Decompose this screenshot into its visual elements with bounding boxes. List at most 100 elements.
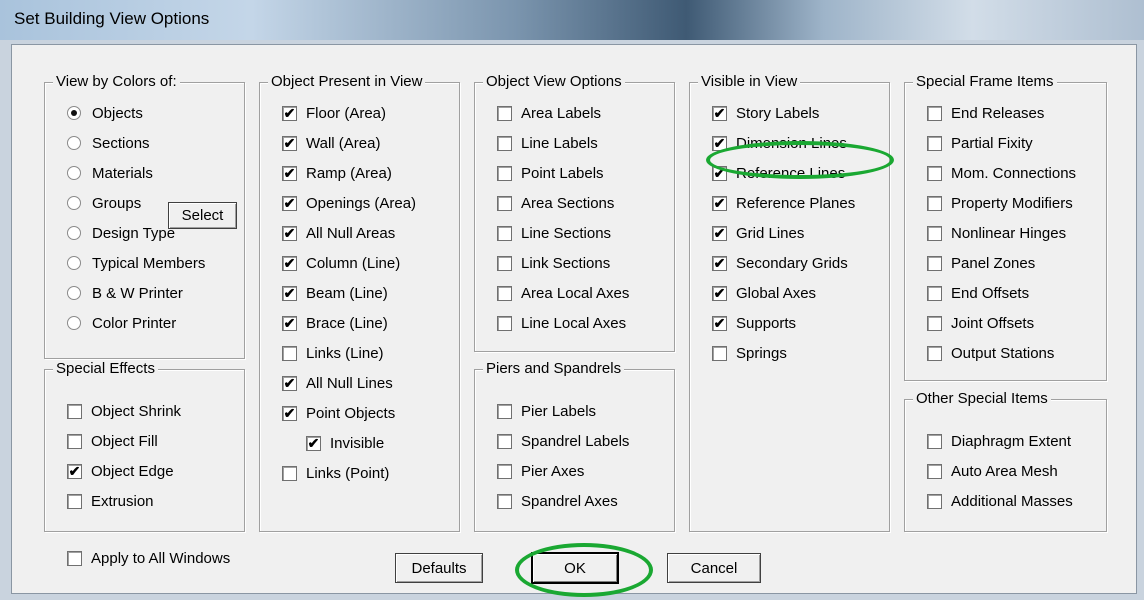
checkbox-line-labels[interactable]: Line Labels [497, 132, 598, 154]
checkbox-box[interactable] [67, 550, 82, 566]
defaults-button[interactable]: Defaults [395, 553, 483, 583]
checkbox-diaphragm-extent[interactable]: Diaphragm Extent [927, 430, 1071, 452]
checkbox-box[interactable]: ✔ [712, 135, 727, 151]
checkbox-pier-labels[interactable]: Pier Labels [497, 400, 596, 422]
checkbox-secondary-grids[interactable]: ✔ Secondary Grids [712, 252, 848, 274]
checkbox-box[interactable] [927, 105, 942, 121]
checkbox-pier-axes[interactable]: Pier Axes [497, 460, 584, 482]
checkbox-output-stations[interactable]: Output Stations [927, 342, 1054, 364]
checkbox-reference-planes[interactable]: ✔ Reference Planes [712, 192, 855, 214]
radio-color-printer[interactable]: Color Printer [67, 312, 176, 334]
checkbox-box[interactable] [927, 225, 942, 241]
checkbox-column-line[interactable]: ✔ Column (Line) [282, 252, 400, 274]
checkbox-box[interactable]: ✔ [282, 285, 297, 301]
radio-button[interactable] [67, 286, 81, 300]
checkbox-supports[interactable]: ✔ Supports [712, 312, 796, 334]
checkbox-box[interactable] [927, 195, 942, 211]
checkbox-extrusion[interactable]: Extrusion [67, 490, 154, 512]
radio-button[interactable] [67, 196, 81, 210]
checkbox-object-fill[interactable]: Object Fill [67, 430, 158, 452]
checkbox-area-labels[interactable]: Area Labels [497, 102, 601, 124]
checkbox-nonlinear-hinges[interactable]: Nonlinear Hinges [927, 222, 1066, 244]
checkbox-partial-fixity[interactable]: Partial Fixity [927, 132, 1033, 154]
checkbox-box[interactable] [927, 315, 942, 331]
checkbox-box[interactable] [497, 165, 512, 181]
cancel-button[interactable]: Cancel [667, 553, 761, 583]
checkbox-all-null-lines[interactable]: ✔ All Null Lines [282, 372, 393, 394]
checkbox-box[interactable] [497, 225, 512, 241]
checkbox-springs[interactable]: Springs [712, 342, 787, 364]
checkbox-additional-masses[interactable]: Additional Masses [927, 490, 1073, 512]
checkbox-beam-line[interactable]: ✔ Beam (Line) [282, 282, 388, 304]
radio-typical-members[interactable]: Typical Members [67, 252, 205, 274]
checkbox-object-shrink[interactable]: Object Shrink [67, 400, 181, 422]
checkbox-story-labels[interactable]: ✔ Story Labels [712, 102, 819, 124]
checkbox-box[interactable] [67, 493, 82, 509]
radio-button[interactable] [67, 256, 81, 270]
radio-materials[interactable]: Materials [67, 162, 153, 184]
checkbox-box[interactable] [282, 465, 297, 481]
checkbox-global-axes[interactable]: ✔ Global Axes [712, 282, 816, 304]
checkbox-area-local-axes[interactable]: Area Local Axes [497, 282, 629, 304]
checkbox-box[interactable] [927, 493, 942, 509]
checkbox-ramp-area[interactable]: ✔ Ramp (Area) [282, 162, 392, 184]
radio-groups[interactable]: Groups [67, 192, 141, 214]
checkbox-box[interactable]: ✔ [282, 405, 297, 421]
select-button[interactable]: Select [168, 202, 237, 229]
checkbox-links-point[interactable]: Links (Point) [282, 462, 389, 484]
checkbox-all-null-areas[interactable]: ✔ All Null Areas [282, 222, 395, 244]
checkbox-box[interactable] [927, 463, 942, 479]
checkbox-box[interactable]: ✔ [712, 285, 727, 301]
radio-button[interactable] [67, 106, 81, 120]
checkbox-box[interactable] [497, 195, 512, 211]
checkbox-box[interactable]: ✔ [282, 375, 297, 391]
checkbox-floor-area[interactable]: ✔ Floor (Area) [282, 102, 386, 124]
checkbox-box[interactable] [497, 433, 512, 449]
checkbox-wall-area[interactable]: ✔ Wall (Area) [282, 132, 380, 154]
radio-design-type[interactable]: Design Type [67, 222, 175, 244]
checkbox-box[interactable]: ✔ [67, 463, 82, 479]
checkbox-box[interactable] [497, 403, 512, 419]
checkbox-invisible[interactable]: ✔ Invisible [306, 432, 384, 454]
checkbox-end-offsets[interactable]: End Offsets [927, 282, 1029, 304]
checkbox-spandrel-labels[interactable]: Spandrel Labels [497, 430, 629, 452]
checkbox-box[interactable] [497, 285, 512, 301]
checkbox-mom-connections[interactable]: Mom. Connections [927, 162, 1076, 184]
checkbox-box[interactable]: ✔ [712, 255, 727, 271]
checkbox-panel-zones[interactable]: Panel Zones [927, 252, 1035, 274]
checkbox-reference-lines[interactable]: ✔ Reference Lines [712, 162, 845, 184]
checkbox-brace-line[interactable]: ✔ Brace (Line) [282, 312, 388, 334]
checkbox-box[interactable] [497, 255, 512, 271]
checkbox-joint-offsets[interactable]: Joint Offsets [927, 312, 1034, 334]
checkbox-box[interactable] [497, 463, 512, 479]
radio-objects[interactable]: Objects [67, 102, 143, 124]
checkbox-box[interactable]: ✔ [282, 255, 297, 271]
radio-button[interactable] [67, 316, 81, 330]
radio-sections[interactable]: Sections [67, 132, 150, 154]
checkbox-box[interactable] [497, 315, 512, 331]
checkbox-point-objects[interactable]: ✔ Point Objects [282, 402, 395, 424]
checkbox-box[interactable]: ✔ [282, 135, 297, 151]
checkbox-box[interactable] [67, 403, 82, 419]
checkbox-box[interactable] [282, 345, 297, 361]
checkbox-box[interactable] [927, 345, 942, 361]
checkbox-openings-area[interactable]: ✔ Openings (Area) [282, 192, 416, 214]
checkbox-line-local-axes[interactable]: Line Local Axes [497, 312, 626, 334]
checkbox-box[interactable] [497, 135, 512, 151]
checkbox-box[interactable]: ✔ [712, 165, 727, 181]
checkbox-box[interactable]: ✔ [282, 165, 297, 181]
checkbox-box[interactable] [927, 165, 942, 181]
checkbox-area-sections[interactable]: Area Sections [497, 192, 614, 214]
checkbox-box[interactable]: ✔ [712, 225, 727, 241]
checkbox-property-modifiers[interactable]: Property Modifiers [927, 192, 1073, 214]
checkbox-box[interactable]: ✔ [282, 105, 297, 121]
checkbox-box[interactable]: ✔ [282, 225, 297, 241]
checkbox-grid-lines[interactable]: ✔ Grid Lines [712, 222, 804, 244]
checkbox-box[interactable]: ✔ [282, 195, 297, 211]
checkbox-auto-area-mesh[interactable]: Auto Area Mesh [927, 460, 1058, 482]
checkbox-object-edge[interactable]: ✔ Object Edge [67, 460, 174, 482]
checkbox-box[interactable] [927, 433, 942, 449]
apply-all-windows-checkbox[interactable]: Apply to All Windows [67, 547, 230, 569]
ok-button[interactable]: OK [532, 553, 618, 583]
checkbox-box[interactable]: ✔ [712, 105, 727, 121]
